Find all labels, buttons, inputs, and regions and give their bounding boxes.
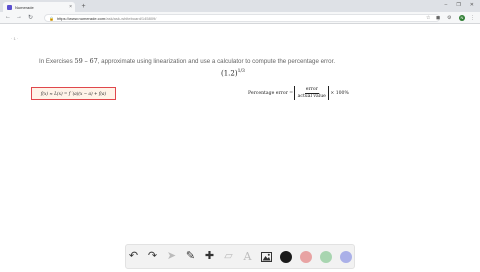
question-start-number: 59: [74, 57, 83, 65]
expression-base: (1.2): [221, 69, 238, 78]
error-fraction: error actual value: [297, 87, 327, 100]
url-path: /ask/ask-whiteboard/145809/: [105, 15, 157, 21]
url-host: https://www.numerade.com: [56, 15, 106, 21]
color-swatch-green[interactable]: [320, 250, 332, 263]
forward-button[interactable]: →: [16, 14, 22, 20]
expression: (1.2)1/3: [221, 69, 245, 77]
select-pointer-icon[interactable]: ➤: [166, 251, 177, 262]
maximize-button[interactable]: ❐: [456, 2, 460, 8]
expression-exponent: 1/3: [237, 69, 245, 74]
star-icon[interactable]: ☆: [426, 15, 430, 21]
pen-icon[interactable]: ✎: [185, 251, 196, 262]
question-dash: –: [84, 57, 88, 65]
settings-icon[interactable]: ⚙: [447, 15, 451, 21]
redo-icon[interactable]: ↷: [147, 251, 158, 262]
pct-suffix: × 100%: [330, 90, 349, 96]
color-swatch-pink[interactable]: [300, 250, 312, 263]
pct-label: Percentage error =: [248, 90, 294, 96]
question-prefix: In Exercises: [39, 58, 73, 65]
color-swatch-lavender[interactable]: [340, 250, 352, 263]
address-bar[interactable]: 🔒 https://www.numerade.com/ask/ask-white…: [44, 14, 440, 22]
question-suffix: , approximate using linearization and us…: [97, 58, 336, 65]
browser-toolbar: ← → ↻ 🔒 https://www.numerade.com/ask/ask…: [0, 12, 480, 24]
tab-title: Numerade: [15, 4, 34, 10]
extension-icon[interactable]: ◼: [436, 15, 440, 21]
fraction-denominator: actual value: [297, 93, 326, 99]
undo-icon[interactable]: ↶: [128, 251, 139, 262]
text-tool-icon[interactable]: A: [242, 251, 253, 262]
page-indicator: · 1 ·: [11, 36, 19, 41]
numerade-favicon-icon: [7, 4, 12, 10]
fraction-numerator: error: [304, 86, 319, 94]
linearization-formula: f(x) ≈ L(x) = f ′(a)(x − a) + f(a): [31, 87, 116, 100]
minimize-button[interactable]: –: [445, 2, 448, 8]
question-text: In Exercises 59 – 67, approximate using …: [39, 57, 335, 65]
color-swatch-black[interactable]: [280, 250, 292, 263]
browser-tab[interactable]: Numerade ×: [3, 2, 75, 12]
whiteboard-canvas[interactable]: · 1 · In Exercises 59 – 67, approximate …: [0, 25, 480, 272]
lock-icon: 🔒: [49, 15, 54, 21]
back-button[interactable]: ←: [5, 14, 11, 20]
window-controls: – ❐ ✕: [445, 2, 474, 8]
menu-icon[interactable]: ⋮: [470, 15, 475, 21]
eraser-icon[interactable]: ▱: [223, 251, 234, 262]
add-icon[interactable]: ✚: [204, 251, 215, 262]
tab-close-icon[interactable]: ×: [69, 4, 72, 10]
new-tab-button[interactable]: +: [80, 3, 87, 10]
linearization-text: f(x) ≈ L(x) = f ′(a)(x − a) + f(a): [40, 91, 107, 96]
question-end-number: 67: [89, 57, 98, 65]
drawing-toolbar: ↶ ↷ ➤ ✎ ✚ ▱ A: [125, 244, 355, 269]
browser-tab-bar: Numerade × + – ❐ ✕: [0, 0, 480, 12]
absolute-value-bars: error actual value: [294, 86, 330, 100]
reload-button[interactable]: ↻: [28, 14, 33, 21]
image-icon[interactable]: [261, 251, 272, 262]
close-window-button[interactable]: ✕: [470, 2, 474, 8]
percentage-error-formula: Percentage error = error actual value × …: [248, 86, 349, 100]
profile-avatar[interactable]: N: [459, 15, 465, 21]
